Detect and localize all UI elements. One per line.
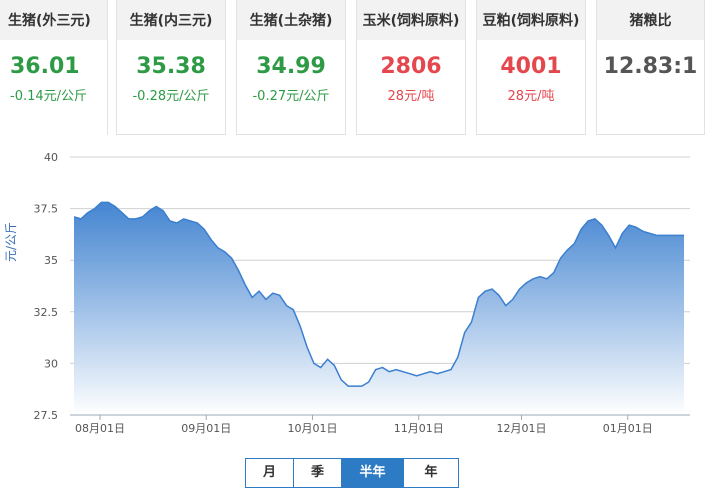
price-card: 生猪(内三元) 35.38 -0.28元/公斤 — [116, 0, 226, 135]
card-title: 生猪(外三元) — [0, 0, 107, 40]
card-title: 豆粕(饲料原料) — [477, 0, 585, 40]
y-tick-label: 32.5 — [34, 306, 59, 319]
price-card: 生猪(土杂猪) 34.99 -0.27元/公斤 — [236, 0, 346, 135]
y-tick-label: 40 — [44, 151, 58, 164]
price-card: 玉米(饲料原料) 2806 28元/吨 — [356, 0, 466, 135]
x-tick-label: 09月01日 — [181, 422, 231, 435]
range-selector: 月季半年年 — [245, 458, 459, 488]
card-change: 28元/吨 — [507, 89, 555, 104]
price-chart: 40 37.5 35 32.5 30 27.5 08月01日 09月01日 10月01日 11月0… — [0, 145, 705, 440]
x-tick-label: 01月01日 — [603, 422, 653, 435]
y-tick-label: 30 — [44, 357, 58, 370]
chart-svg: 40 37.5 35 32.5 30 27.5 08月01日 09月01日 10月01日 11月0… — [34, 151, 690, 435]
y-tick-label: 35 — [44, 254, 58, 267]
price-card: 猪粮比 12.83:1 — [596, 0, 705, 135]
card-price: 2806 — [380, 54, 442, 79]
card-title: 玉米(饲料原料) — [357, 0, 465, 40]
card-price: 34.99 — [256, 54, 326, 79]
card-change: -0.14元/公斤 — [10, 89, 88, 104]
y-tick-label: 37.5 — [34, 203, 59, 216]
card-price: 12.83:1 — [603, 54, 698, 79]
card-change: -0.28元/公斤 — [132, 89, 210, 104]
x-tick-label: 10月01日 — [287, 422, 337, 435]
range-button[interactable]: 半年 — [342, 459, 404, 487]
card-title: 生猪(土杂猪) — [237, 0, 345, 40]
x-tick-label: 12月01日 — [497, 422, 547, 435]
card-change: -0.27元/公斤 — [252, 89, 330, 104]
card-change: 28元/吨 — [387, 89, 435, 104]
card-price: 4001 — [500, 54, 562, 79]
range-button[interactable]: 年 — [404, 459, 458, 487]
card-price: 36.01 — [10, 54, 80, 79]
card-price: 35.38 — [136, 54, 206, 79]
x-tick-label: 08月01日 — [75, 422, 125, 435]
card-title: 生猪(内三元) — [117, 0, 225, 40]
y-axis-label: 元/公斤 — [4, 221, 18, 262]
price-card: 生猪(外三元) 36.01 -0.14元/公斤 — [0, 0, 108, 135]
range-button[interactable]: 月 — [246, 459, 294, 487]
x-tick-label: 11月01日 — [394, 422, 444, 435]
y-tick-label: 27.5 — [34, 409, 59, 422]
card-title: 猪粮比 — [597, 0, 704, 40]
range-button[interactable]: 季 — [294, 459, 342, 487]
area-fill — [74, 202, 684, 415]
price-card: 豆粕(饲料原料) 4001 28元/吨 — [476, 0, 586, 135]
price-cards: 生猪(外三元) 36.01 -0.14元/公斤 生猪(内三元) 35.38 -0.28元/… — [0, 0, 705, 145]
